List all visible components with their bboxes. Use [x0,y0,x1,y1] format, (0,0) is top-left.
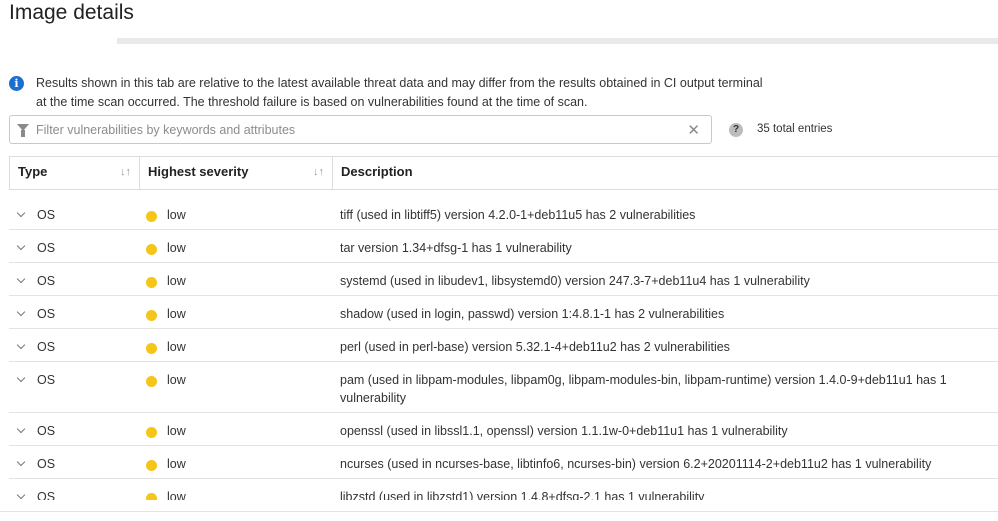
chevron-down-icon[interactable] [16,241,26,251]
chevron-down-icon[interactable] [16,307,26,317]
type-cell: OS [37,457,56,471]
page-title: Image details [9,1,134,24]
table-row[interactable]: OS low systemd (used in libudev1, libsys… [9,263,998,296]
severity-dot-icon [146,427,157,438]
type-cell: OS [37,208,56,222]
type-cell: OS [37,373,56,387]
description-cell: libzstd (used in libzstd1) version 1.4.8… [340,490,705,500]
chevron-down-icon[interactable] [16,340,26,350]
column-header-label: Highest severity [148,164,249,179]
info-icon: i [9,76,24,91]
chevron-down-icon[interactable] [16,457,26,467]
severity-cell: low [167,457,186,471]
description-cell: tiff (used in libtiff5) version 4.2.0-1+… [340,208,696,222]
tab-bar [0,38,998,44]
severity-dot-icon [146,244,157,255]
description-cell: openssl (used in libssl1.1, openssl) ver… [340,424,788,438]
table-row[interactable]: OS low shadow (used in login, passwd) ve… [9,296,998,329]
severity-cell: low [167,208,186,222]
type-cell: OS [37,340,56,354]
description-cell: tar version 1.34+dfsg-1 has 1 vulnerabil… [340,241,572,255]
info-text-line-2: at the time scan occurred. The threshold… [36,95,588,109]
chevron-down-icon[interactable] [16,424,26,434]
severity-dot-icon [146,343,157,354]
sort-icon[interactable]: ↓↑ [313,157,324,187]
vulnerabilities-table: Type ↓↑ Highest severity ↓↑ Description … [9,156,998,500]
severity-cell: low [167,373,186,387]
severity-cell: low [167,307,186,321]
close-icon[interactable]: ✕ [687,121,700,139]
chevron-down-icon[interactable] [16,373,26,383]
table-header: Type ↓↑ Highest severity ↓↑ Description [9,157,998,190]
column-header-severity[interactable]: Highest severity ↓↑ [139,157,332,189]
severity-cell: low [167,241,186,255]
table-row[interactable]: OS low tar version 1.34+dfsg-1 has 1 vul… [9,230,998,263]
description-cell: pam (used in libpam-modules, libpam0g, l… [340,373,947,405]
severity-cell: low [167,490,186,500]
severity-dot-icon [146,211,157,222]
severity-cell: low [167,274,186,288]
severity-dot-icon [146,310,157,321]
info-text: Results shown in this tab are relative t… [36,74,796,112]
type-cell: OS [37,307,56,321]
type-cell: OS [37,241,56,255]
severity-dot-icon [146,493,157,500]
severity-cell: low [167,424,186,438]
table-row[interactable]: OS low openssl (used in libssl1.1, opens… [9,413,998,446]
column-header-label: Description [341,164,413,179]
description-cell: perl (used in perl-base) version 5.32.1-… [340,340,730,354]
divider [0,511,998,512]
filter-icon [17,124,29,137]
chevron-down-icon[interactable] [16,208,26,218]
type-cell: OS [37,274,56,288]
type-cell: OS [37,424,56,438]
chevron-down-icon[interactable] [16,274,26,284]
table-row[interactable]: OS low pam (used in libpam-modules, libp… [9,362,998,413]
column-header-description: Description [332,157,998,189]
type-cell: OS [37,490,56,500]
table-row[interactable]: OS low tiff (used in libtiff5) version 4… [9,197,998,230]
total-entries: 35 total entries [757,123,833,135]
severity-dot-icon [146,277,157,288]
table-row[interactable]: OS low ncurses (used in ncurses-base, li… [9,446,998,479]
column-header-label: Type [18,164,48,179]
description-cell: systemd (used in libudev1, libsystemd0) … [340,274,810,288]
table-row[interactable]: OS low libzstd (used in libzstd1) versio… [9,479,998,500]
filter-box[interactable]: ✕ [9,115,712,144]
description-cell: ncurses (used in ncurses-base, libtinfo6… [340,457,932,471]
tab-active[interactable] [0,38,117,44]
severity-cell: low [167,340,186,354]
description-cell: shadow (used in login, passwd) version 1… [340,307,725,321]
sort-icon[interactable]: ↓↑ [120,157,131,187]
severity-dot-icon [146,376,157,387]
question-icon[interactable]: ? [729,123,743,137]
column-header-type[interactable]: Type ↓↑ [9,157,139,189]
filter-input[interactable] [36,116,676,143]
table-row[interactable]: OS low perl (used in perl-base) version … [9,329,998,362]
severity-dot-icon [146,460,157,471]
chevron-down-icon[interactable] [16,490,26,500]
info-text-line-1: Results shown in this tab are relative t… [36,76,763,90]
